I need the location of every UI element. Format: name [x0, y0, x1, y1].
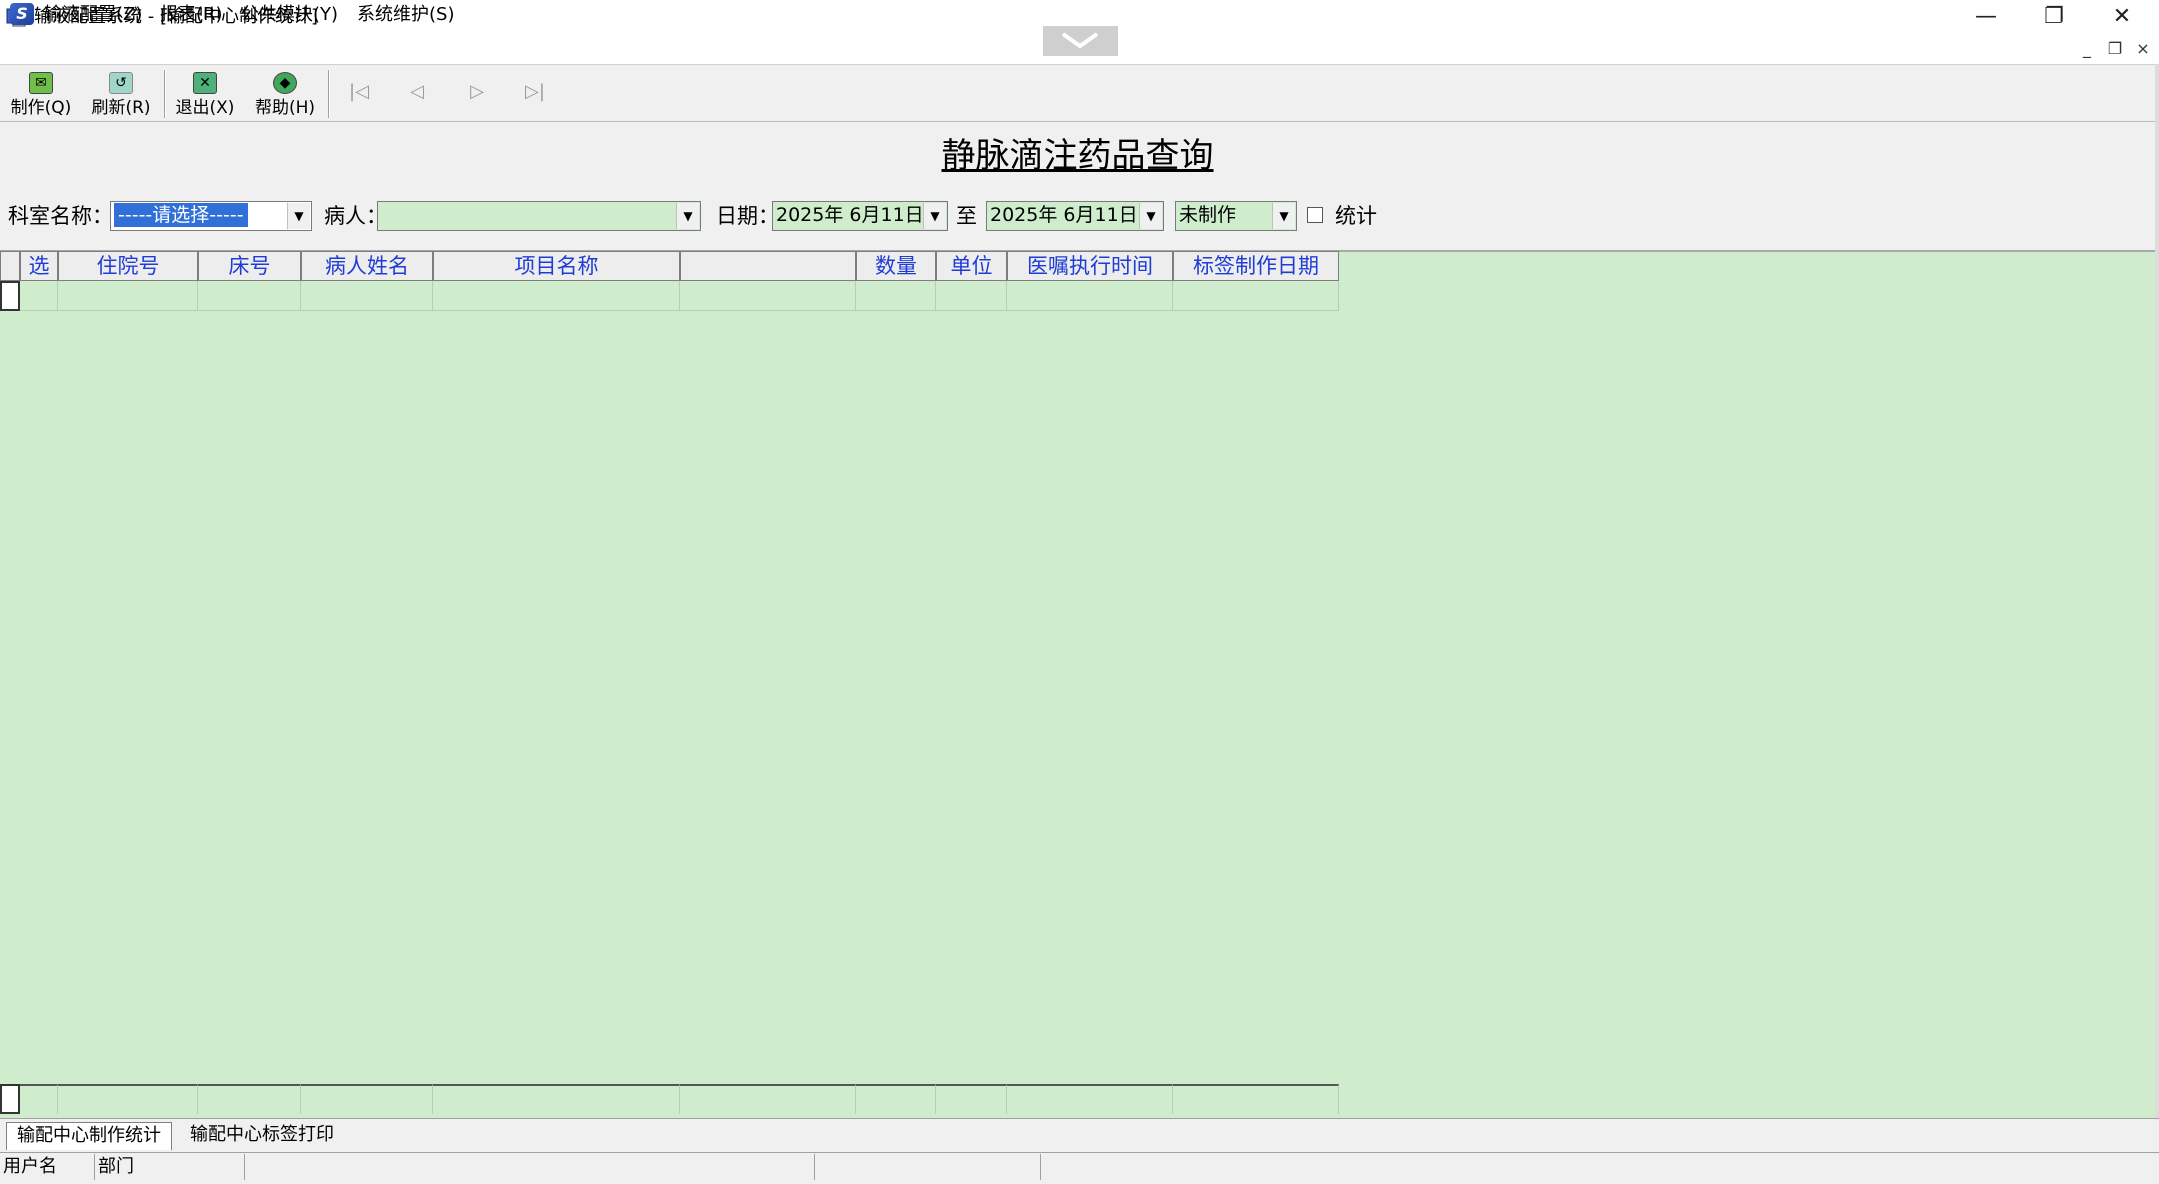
footer-cell: [936, 1084, 1007, 1114]
grid-header-admission-no[interactable]: 住院号: [58, 251, 198, 281]
grid-header-unit[interactable]: 单位: [936, 251, 1007, 281]
footer-cell: [1173, 1084, 1339, 1114]
last-record-icon[interactable]: ▷|: [520, 80, 550, 104]
menu-item-system[interactable]: 系统维护(S): [357, 4, 454, 26]
prev-record-icon[interactable]: ◁: [402, 80, 432, 104]
minimize-icon: —: [1975, 4, 1997, 29]
exit-icon: ✕: [193, 72, 217, 94]
grid-header-exec-time[interactable]: 医嘱执行时间: [1007, 251, 1173, 281]
date-from-picker[interactable]: 2025年 6月11日 ▼: [772, 201, 948, 231]
mdi-close-icon[interactable]: ×: [2132, 38, 2154, 60]
toolbar-separator: [328, 70, 330, 118]
footer-cell: [58, 1084, 198, 1114]
date-to-picker[interactable]: 2025年 6月11日 ▼: [986, 201, 1164, 231]
help-icon: ◆: [273, 72, 297, 94]
data-grid[interactable]: [0, 250, 2155, 1118]
table-row-cell[interactable]: [1173, 281, 1339, 311]
table-row-cell[interactable]: [433, 281, 680, 311]
status-pane: [1040, 1154, 2159, 1180]
close-icon: ✕: [2112, 4, 2132, 29]
grid-header-quantity[interactable]: 数量: [856, 251, 936, 281]
status-user: 用户名: [3, 1156, 57, 1177]
stat-label: 统计: [1335, 204, 1377, 228]
menu-item-infusion[interactable]: 输液配置(Z): [44, 4, 142, 26]
mdi-minimize-icon[interactable]: _: [2076, 38, 2098, 60]
footer-cell: [1007, 1084, 1173, 1114]
close-button[interactable]: ✕: [2088, 0, 2156, 34]
table-row-cell[interactable]: [198, 281, 301, 311]
chevron-down-icon[interactable]: [1043, 26, 1118, 56]
chevron-down-icon[interactable]: ▼: [287, 203, 310, 229]
footer-indicator: [0, 1084, 20, 1114]
grid-header-blank[interactable]: [680, 251, 856, 281]
grid-header-patient-name[interactable]: 病人姓名: [301, 251, 433, 281]
make-icon: ✉: [29, 72, 53, 94]
restore-button[interactable]: ❐: [2020, 0, 2088, 34]
status-select[interactable]: 未制作 ▼: [1175, 201, 1297, 231]
tab-make-stats[interactable]: 输配中心制作统计: [6, 1122, 172, 1150]
patient-select[interactable]: ▼: [377, 201, 701, 231]
table-row-cell[interactable]: [58, 281, 198, 311]
menu-item-report[interactable]: 报表(R): [160, 4, 223, 26]
row-indicator[interactable]: [0, 281, 20, 311]
dept-select[interactable]: -----请选择----- ▼: [110, 201, 312, 231]
toolbar-separator: [164, 70, 166, 118]
exit-button[interactable]: ✕ 退出(X): [170, 72, 240, 122]
footer-cell: [198, 1084, 301, 1114]
mdi-restore-icon[interactable]: ❐: [2104, 38, 2126, 60]
table-row-cell[interactable]: [856, 281, 936, 311]
app-logo-icon: S: [10, 3, 34, 25]
refresh-button[interactable]: ↺ 刷新(R): [86, 72, 156, 122]
grid-header-item-name[interactable]: 项目名称: [433, 251, 680, 281]
table-row-cell[interactable]: [936, 281, 1007, 311]
status-pane: [244, 1154, 814, 1180]
restore-icon: ❐: [2044, 4, 2064, 29]
grid-header-label-date[interactable]: 标签制作日期: [1173, 251, 1339, 281]
refresh-icon: ↺: [109, 72, 133, 94]
page-title: 静脉滴注药品查询: [941, 136, 1214, 176]
table-row-cell[interactable]: [1007, 281, 1173, 311]
next-record-icon[interactable]: ▷: [462, 80, 492, 104]
footer-cell: [433, 1084, 680, 1114]
tab-label-print[interactable]: 输配中心标签打印: [180, 1122, 344, 1150]
status-pane: [814, 1154, 1040, 1180]
grid-header-indicator: [0, 251, 20, 281]
first-record-icon[interactable]: |◁: [344, 80, 374, 104]
chevron-down-icon[interactable]: ▼: [676, 203, 699, 229]
footer-cell: [856, 1084, 936, 1114]
grid-header-bed-no[interactable]: 床号: [198, 251, 301, 281]
chevron-down-icon[interactable]: ▼: [923, 203, 946, 229]
table-row-cell[interactable]: [301, 281, 433, 311]
footer-cell: [20, 1084, 58, 1114]
date-label: 日期：: [716, 204, 779, 228]
grid-header-select[interactable]: 选: [20, 251, 58, 281]
minimize-button[interactable]: —: [1952, 0, 2020, 34]
stat-checkbox[interactable]: [1307, 207, 1323, 223]
status-dept: 部门: [94, 1154, 244, 1180]
footer-cell: [301, 1084, 433, 1114]
window-border: [2155, 64, 2159, 1122]
dept-label: 科室名称：: [8, 204, 113, 228]
table-row-cell[interactable]: [20, 281, 58, 311]
toolbar: [0, 64, 2159, 122]
to-label: 至: [956, 204, 977, 228]
footer-cell: [680, 1084, 856, 1114]
help-button[interactable]: ◆ 帮助(H): [250, 72, 320, 122]
chevron-down-icon[interactable]: ▼: [1139, 203, 1162, 229]
menu-item-common[interactable]: 公共模块(Y): [241, 4, 338, 26]
table-row-cell[interactable]: [680, 281, 856, 311]
chevron-down-icon[interactable]: ▼: [1272, 203, 1295, 229]
make-button[interactable]: ✉ 制作(Q): [6, 72, 76, 122]
